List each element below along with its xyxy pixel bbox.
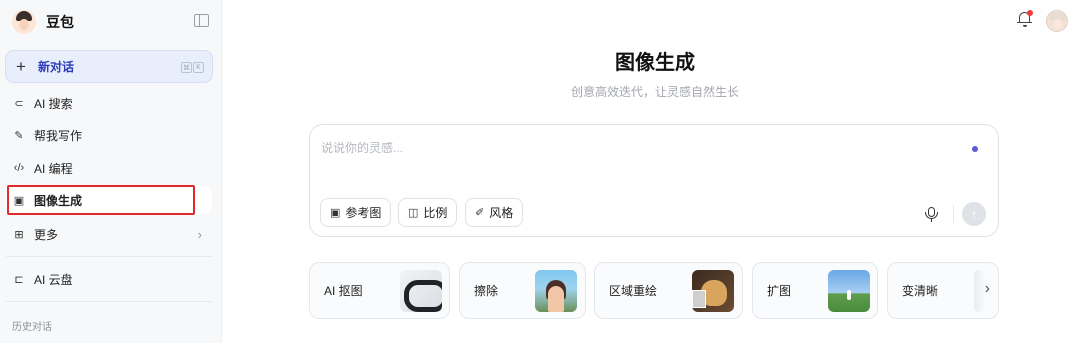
tool-card-inpaint[interactable]: 区域重绘: [594, 262, 743, 319]
search-spark-icon: ⊂: [14, 97, 24, 110]
shortcut-hint: ⌘ K: [181, 62, 204, 73]
brand-name: 豆包: [46, 14, 74, 30]
sidebar-item-writing[interactable]: ✎ 帮我写作: [6, 121, 212, 149]
tool-card-ai-cutout[interactable]: AI 抠图: [309, 262, 450, 319]
tool-label: 区域重绘: [609, 284, 658, 298]
magic-pen-icon: ✎: [14, 129, 24, 142]
chip-label: 参考图: [345, 206, 382, 220]
chip-label: 比例: [423, 206, 448, 220]
reference-image-button[interactable]: ▣ 参考图: [320, 198, 392, 227]
sidebar-collapse-icon[interactable]: [194, 14, 209, 27]
notification-bell-icon[interactable]: [1017, 10, 1033, 28]
arrow-up-icon: ↑: [970, 206, 978, 222]
tool-label: 变清晰: [902, 284, 939, 298]
history-section-label: 历史对话: [12, 322, 52, 333]
send-button[interactable]: ↑: [962, 202, 986, 226]
brand-avatar: [12, 10, 36, 34]
dog-photo-thumbnail: [692, 270, 734, 312]
cloud-folder-icon: ⊏: [14, 273, 24, 286]
brush-icon: ✐: [475, 207, 485, 219]
new-chat-label: 新对话: [38, 60, 75, 74]
tool-card-outpaint[interactable]: 扩图: [752, 262, 878, 319]
aspect-ratio-icon: ◫: [408, 207, 419, 219]
chevron-right-icon: ›: [197, 226, 202, 242]
cmd-key-icon: ⌘: [181, 62, 192, 73]
sharpen-thumbnail: [974, 270, 984, 312]
page-title: 图像生成: [615, 52, 695, 74]
aspect-ratio-button[interactable]: ◫ 比例: [398, 198, 458, 227]
code-icon: ‹/›: [13, 162, 25, 174]
tool-label: 扩图: [767, 284, 792, 298]
divider: [953, 205, 954, 223]
new-chat-button[interactable]: + 新对话 ⌘ K: [5, 50, 213, 83]
headphones-thumbnail: [400, 270, 442, 312]
sidebar-item-label: 帮我写作: [34, 128, 83, 143]
tool-label: AI 抠图: [324, 284, 363, 298]
field-photo-thumbnail: [828, 270, 870, 312]
divider: [6, 256, 212, 257]
sidebar-item-label: AI 云盘: [34, 272, 73, 287]
divider: [6, 301, 212, 302]
status-dot-icon: [972, 146, 978, 152]
sidebar: 豆包 + 新对话 ⌘ K ⊂ AI 搜索 ✎ 帮我写作 ‹/› AI 编程 ▣ …: [0, 0, 222, 343]
grid-plus-icon: ⊞: [14, 228, 24, 241]
sidebar-item-label: 更多: [34, 227, 59, 242]
sidebar-item-cloud-drive[interactable]: ⊏ AI 云盘: [6, 265, 212, 293]
chevron-right-icon[interactable]: ›: [985, 280, 990, 298]
page-subtitle: 创意高效迭代，让灵感自然生长: [570, 85, 739, 99]
sidebar-item-label: AI 编程: [34, 161, 73, 176]
girl-photo-thumbnail: [535, 270, 577, 312]
user-avatar[interactable]: [1046, 10, 1068, 32]
brand[interactable]: 豆包: [12, 10, 74, 34]
chip-label: 风格: [489, 206, 514, 220]
notification-badge: [1027, 10, 1033, 16]
prompt-composer[interactable]: 说说你的灵感... ▣ 参考图 ◫ 比例 ✐ 风格 ↑: [309, 124, 999, 237]
sidebar-item-label: AI 搜索: [34, 96, 73, 111]
image-icon: ▣: [330, 207, 341, 219]
highlight-annotation: [7, 185, 195, 215]
tool-label: 擦除: [474, 284, 499, 298]
plus-icon: +: [16, 57, 26, 76]
sidebar-item-more[interactable]: ⊞ 更多 ›: [6, 220, 212, 248]
sidebar-item-ai-search[interactable]: ⊂ AI 搜索: [6, 89, 212, 117]
microphone-icon[interactable]: [925, 207, 939, 223]
tool-card-erase[interactable]: 擦除: [459, 262, 586, 319]
tool-card-sharpen[interactable]: 变清晰 ›: [887, 262, 999, 319]
prompt-input[interactable]: 说说你的灵感...: [321, 139, 403, 156]
style-button[interactable]: ✐ 风格: [465, 198, 524, 227]
k-key-icon: K: [193, 62, 204, 73]
sidebar-item-coding[interactable]: ‹/› AI 编程: [6, 154, 212, 182]
